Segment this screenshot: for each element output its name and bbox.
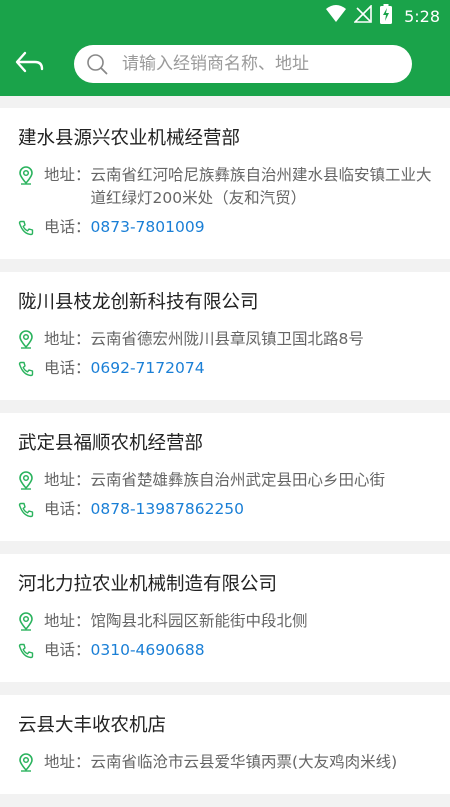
location-pin-icon xyxy=(18,610,38,633)
dealer-card[interactable]: 河北力拉农业机械制造有限公司 地址： 馆陶县北科园区新能街中段北侧 电话： 03… xyxy=(0,554,450,682)
phone-icon xyxy=(18,216,38,239)
address-value: 云南省德宏州陇川县章凤镇卫国北路8号 xyxy=(90,330,364,348)
phone-label: 电话： xyxy=(44,500,91,518)
address-label: 地址： xyxy=(44,753,91,771)
location-pin-icon xyxy=(18,164,38,187)
phone-row[interactable]: 电话： 0692-7172074 xyxy=(18,357,432,380)
phone-label: 电话： xyxy=(44,218,91,236)
address-label: 地址： xyxy=(44,330,91,348)
phone-row[interactable]: 电话： 0873-7801009 xyxy=(18,216,432,239)
phone-label: 电话： xyxy=(44,641,91,659)
status-bar: 5:28 xyxy=(0,0,450,32)
phone-label: 电话： xyxy=(44,359,91,377)
address-row: 地址： 云南省红河哈尼族彝族自治州建水县临安镇工业大道红绿灯200米处（友和汽贸… xyxy=(18,164,432,210)
location-pin-icon xyxy=(18,328,38,351)
dealer-name: 云县大丰收农机店 xyxy=(18,715,167,736)
dealer-card[interactable]: 云县大丰收农机店 地址： 云南省临沧市云县爱华镇丙票(大友鸡肉米线) xyxy=(0,695,450,794)
dealer-name: 建水县源兴农业机械经营部 xyxy=(18,128,241,149)
phone-row[interactable]: 电话： 0878-13987862250 xyxy=(18,498,432,521)
phone-icon xyxy=(18,639,38,662)
signal-icon xyxy=(353,4,372,27)
app-bar xyxy=(0,32,450,96)
phone-link[interactable]: 0873-7801009 xyxy=(91,216,205,239)
search-input[interactable] xyxy=(120,53,404,75)
phone-link[interactable]: 0878-13987862250 xyxy=(91,498,245,521)
status-time: 5:28 xyxy=(404,6,440,26)
address-label: 地址： xyxy=(44,612,91,630)
search-icon xyxy=(86,52,110,76)
wifi-icon xyxy=(326,5,347,27)
address-row: 地址： 云南省德宏州陇川县章凤镇卫国北路8号 xyxy=(18,328,432,351)
search-box[interactable] xyxy=(74,45,412,83)
dealer-card[interactable]: 陇川县枝龙创新科技有限公司 地址： 云南省德宏州陇川县章凤镇卫国北路8号 电话：… xyxy=(0,272,450,400)
dealer-list: 建水县源兴农业机械经营部 地址： 云南省红河哈尼族彝族自治州建水县临安镇工业大道… xyxy=(0,108,450,807)
address-value: 馆陶县北科园区新能街中段北侧 xyxy=(90,612,308,630)
phone-link[interactable]: 0692-7172074 xyxy=(91,357,205,380)
address-value: 云南省红河哈尼族彝族自治州建水县临安镇工业大道红绿灯200米处（友和汽贸） xyxy=(90,166,432,207)
location-pin-icon xyxy=(18,469,38,492)
address-row: 地址： 云南省临沧市云县爱华镇丙票(大友鸡肉米线) xyxy=(18,751,432,774)
phone-link[interactable]: 0310-4690688 xyxy=(91,639,205,662)
phone-row[interactable]: 电话： 0310-4690688 xyxy=(18,639,432,662)
location-pin-icon xyxy=(18,751,38,774)
dealer-name: 陇川县枝龙创新科技有限公司 xyxy=(18,292,259,313)
address-label: 地址： xyxy=(44,166,91,184)
address-label: 地址： xyxy=(44,471,91,489)
dealer-name: 河北力拉农业机械制造有限公司 xyxy=(18,574,278,595)
battery-charging-icon xyxy=(380,4,393,28)
dealer-card[interactable]: 武定县福顺农机经营部 地址： 云南省楚雄彝族自治州武定县田心乡田心街 电话： 0… xyxy=(0,413,450,541)
dealer-card[interactable]: 建水县源兴农业机械经营部 地址： 云南省红河哈尼族彝族自治州建水县临安镇工业大道… xyxy=(0,108,450,259)
address-value: 云南省临沧市云县爱华镇丙票(大友鸡肉米线) xyxy=(90,753,398,771)
back-arrow-icon xyxy=(15,51,45,77)
phone-icon xyxy=(18,357,38,380)
address-row: 地址： 馆陶县北科园区新能街中段北侧 xyxy=(18,610,432,633)
address-row: 地址： 云南省楚雄彝族自治州武定县田心乡田心街 xyxy=(18,469,432,492)
address-value: 云南省楚雄彝族自治州武定县田心乡田心街 xyxy=(90,471,386,489)
phone-icon xyxy=(18,498,38,521)
back-button[interactable] xyxy=(10,46,50,82)
dealer-name: 武定县福顺农机经营部 xyxy=(18,433,204,454)
status-icons: 5:28 xyxy=(326,0,440,32)
